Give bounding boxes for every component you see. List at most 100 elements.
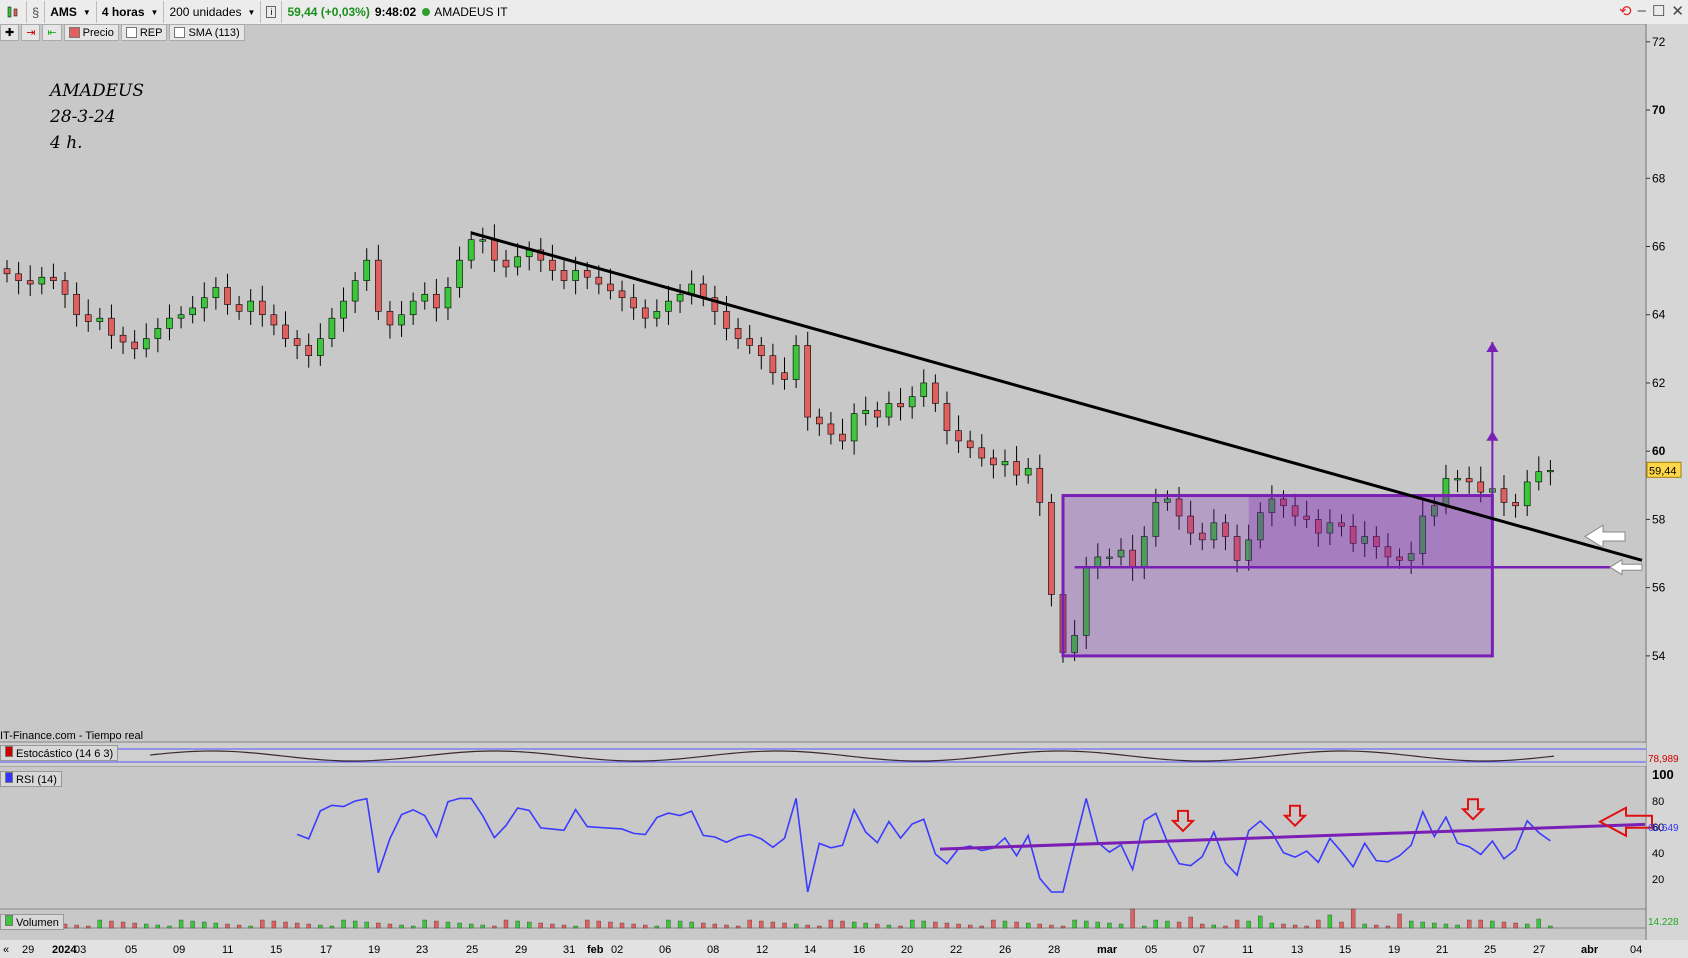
candle-body xyxy=(549,259,556,271)
candle-body xyxy=(1001,461,1009,466)
candle-body xyxy=(1013,461,1020,476)
candle-body xyxy=(955,430,962,442)
volume-bar xyxy=(561,924,567,929)
volume-bar xyxy=(225,923,230,929)
time-tick-label: 13 xyxy=(1291,944,1303,956)
volume-bar xyxy=(469,923,474,929)
volume-bar xyxy=(619,922,625,929)
volume-bar xyxy=(457,922,462,929)
candle-body xyxy=(166,317,173,329)
price-chart[interactable]: 7270686664626058565459,44 29 202403 05 09 11… xyxy=(0,0,1688,958)
rsi-peak-arrow-icon xyxy=(1170,809,1196,833)
volume-bar xyxy=(387,923,393,929)
candle-body xyxy=(282,324,289,339)
volume-bar xyxy=(608,921,613,929)
rsi-trendline xyxy=(939,822,1646,851)
volume-bar xyxy=(968,924,973,929)
time-tick-label: 05 xyxy=(125,944,137,956)
volume-bar xyxy=(735,925,741,929)
volume-bar xyxy=(747,919,752,929)
candle-body xyxy=(340,300,347,319)
candle-body xyxy=(653,311,661,319)
volume-bar xyxy=(1072,919,1077,929)
candle-body xyxy=(154,328,162,339)
last-price-label: 59,44 xyxy=(1649,465,1677,477)
stochastic-panel: 78,989 xyxy=(0,743,1679,766)
volume-bar xyxy=(793,923,799,929)
candle-body xyxy=(433,293,440,309)
candle-body xyxy=(990,457,997,466)
candle-body xyxy=(932,382,939,404)
candle-body xyxy=(119,334,127,343)
time-tick-label: 15 xyxy=(270,944,282,956)
candle-body xyxy=(897,403,904,408)
rsi-label[interactable]: RSI (14) xyxy=(0,771,62,787)
volume-bar xyxy=(1408,920,1414,929)
volume-bar xyxy=(1211,924,1217,929)
volume-label[interactable]: Volumen xyxy=(0,914,64,930)
candle-body xyxy=(757,345,765,356)
volume-bar xyxy=(144,923,149,929)
candle-body xyxy=(375,259,382,312)
volume-bar xyxy=(1374,924,1379,929)
stoch-swatch xyxy=(5,746,13,757)
volume-bar xyxy=(1153,919,1158,929)
candle-body xyxy=(177,314,185,319)
volume-bar xyxy=(654,925,660,929)
candle-body xyxy=(699,283,707,298)
price-tick-label: 68 xyxy=(1652,171,1666,185)
candle-body xyxy=(1512,502,1519,507)
downtrend-line xyxy=(470,231,1643,562)
volume-value: 14.228 xyxy=(1648,917,1679,928)
candle-body xyxy=(827,423,835,435)
candle-body xyxy=(908,396,916,408)
volume-bar xyxy=(364,921,369,929)
volume-bar xyxy=(1037,923,1042,929)
time-tick-label: 19 xyxy=(368,944,380,956)
time-tick-label: 06 xyxy=(659,944,671,956)
volume-bar xyxy=(283,921,288,929)
rsi-panel: 1008060402060,649 xyxy=(296,767,1679,893)
volume-bar xyxy=(1118,923,1124,929)
volume-bar xyxy=(527,921,532,929)
support-arrow-icon xyxy=(1609,558,1643,576)
candle-body xyxy=(1535,471,1543,483)
time-tick-label: 03 xyxy=(74,944,86,956)
candle-body xyxy=(456,259,463,288)
stochastic-label[interactable]: Estocástico (14 6 3) xyxy=(0,745,119,761)
volume-bar xyxy=(677,920,683,929)
candle-body xyxy=(398,314,405,326)
price-tick-label: 64 xyxy=(1652,308,1666,322)
time-tick-label: 22 xyxy=(950,944,962,956)
volume-bar xyxy=(585,919,590,929)
target-arrowhead-icon xyxy=(1486,342,1499,353)
candle-body xyxy=(317,338,324,356)
volume-bar xyxy=(178,919,184,929)
volume-bar xyxy=(828,919,834,929)
candle-body xyxy=(189,307,196,316)
volume-bar xyxy=(1026,922,1031,929)
candle-body xyxy=(607,283,614,292)
time-tick-label: 16 xyxy=(853,944,865,956)
candle-body xyxy=(792,345,800,380)
candle-body xyxy=(723,311,730,329)
candle-body xyxy=(363,259,371,281)
time-tick-label: 28 xyxy=(1048,944,1060,956)
candle-body xyxy=(131,341,138,350)
volume-bar xyxy=(213,922,219,929)
price-tick-label: 56 xyxy=(1652,581,1666,595)
volume-bar xyxy=(1234,919,1240,929)
volume-bar xyxy=(1200,923,1205,929)
candle-body xyxy=(108,317,115,336)
candle-body xyxy=(583,270,591,278)
volume-bar xyxy=(1432,922,1437,929)
candle-body xyxy=(386,311,394,326)
price-tick-label: 66 xyxy=(1652,240,1666,254)
time-tick-label: 05 xyxy=(1145,944,1157,956)
time-tick-label: 02 xyxy=(611,944,623,956)
volume-bar xyxy=(1130,908,1135,929)
volume-bar xyxy=(248,925,253,929)
candle-body xyxy=(920,382,928,397)
rsi-value: 60,649 xyxy=(1648,823,1679,834)
time-tick-label: 26 xyxy=(999,944,1011,956)
